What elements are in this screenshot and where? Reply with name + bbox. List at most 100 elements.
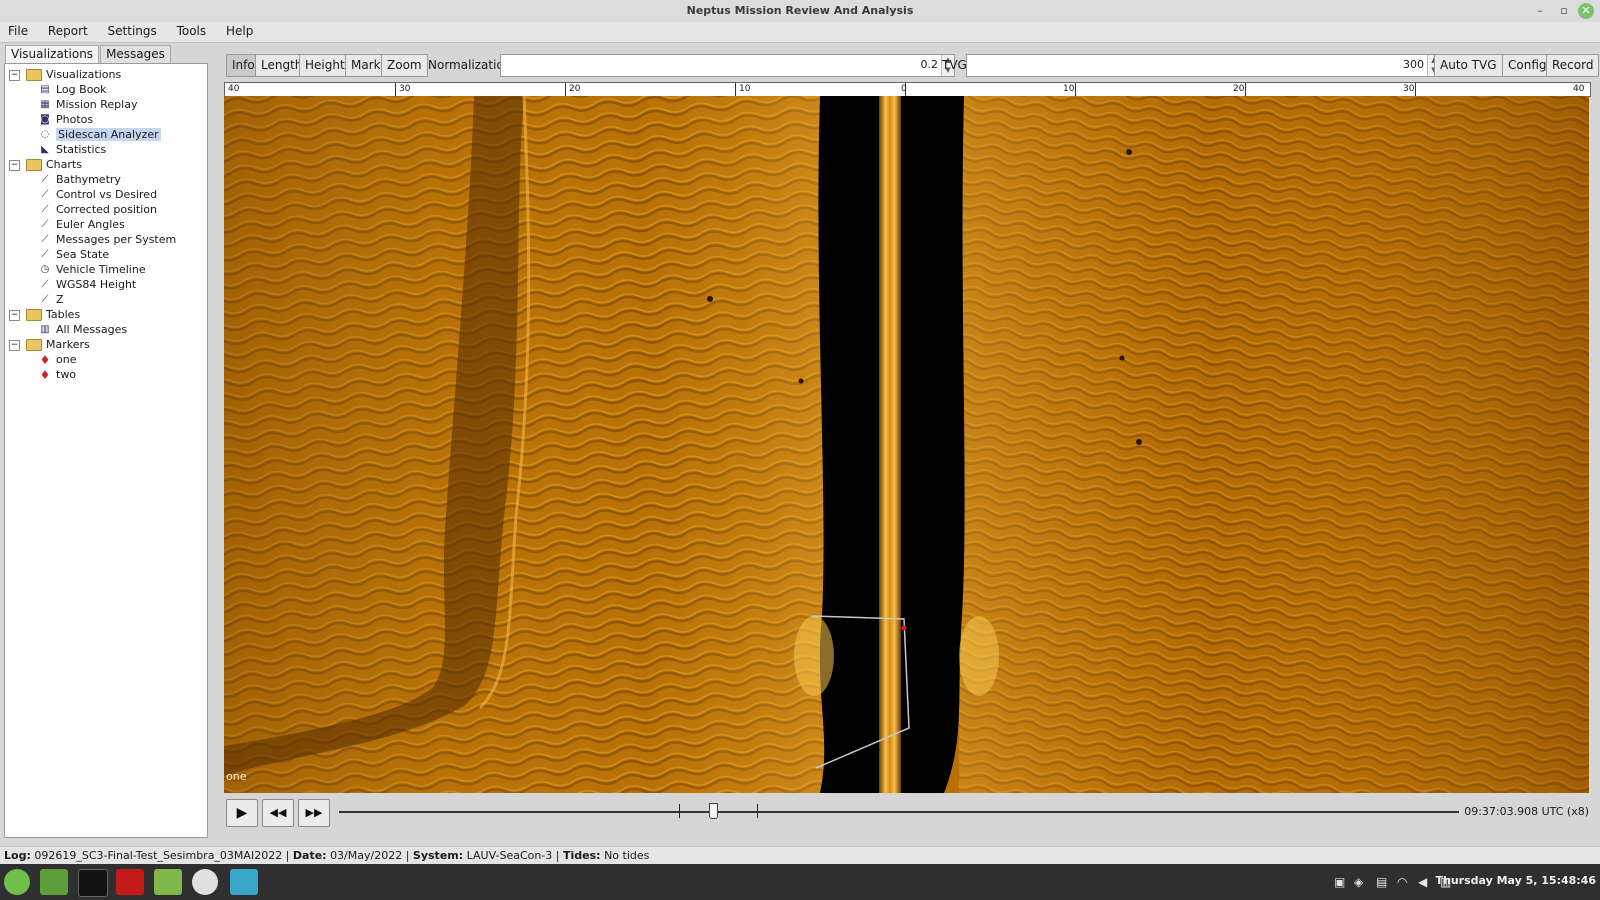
normalization-spinner[interactable]: 0.2 ▲ ▼ [500, 54, 955, 77]
tree-group-charts[interactable]: − Charts [9, 157, 82, 172]
tree-item-sidescan-analyzer[interactable]: ◌ Sidescan Analyzer [39, 127, 161, 142]
ruler-label: 30 [1403, 84, 1415, 94]
neptus-app-icon[interactable] [230, 869, 258, 895]
play-button[interactable]: ▶ [226, 799, 258, 827]
tvg-spinner[interactable]: 300 ▲▼ [966, 54, 1441, 77]
tab-messages[interactable]: Messages [100, 45, 171, 63]
tree-item-wgs84-height[interactable]: ⟋ WGS84 Height [39, 277, 137, 292]
wifi-tray-icon[interactable]: ◠ [1397, 875, 1407, 889]
ruler-tick [1245, 83, 1246, 96]
map-pin-icon: ♦ [39, 353, 51, 367]
tree-item-mission-replay[interactable]: ▦ Mission Replay [39, 97, 137, 112]
printer-tray-icon[interactable]: ▤ [1376, 875, 1387, 889]
rewind-icon: ◀◀ [269, 806, 287, 819]
playback-time: 09:37:03.908 UTC (x8) [1464, 805, 1589, 818]
visualizations-tree: − Visualizations ▤ Log Book ▦ Mission Repla… [4, 63, 208, 838]
sidescan-waterfall[interactable] [224, 96, 1589, 793]
collapse-icon[interactable]: − [9, 69, 20, 81]
replay-icon: ▦ [40, 99, 50, 110]
ruler-tick [565, 83, 566, 96]
tree-item-euler-angles[interactable]: ⟋ Euler Angles [39, 217, 125, 232]
marker-label: one [226, 770, 247, 783]
normalization-label: Normalization [428, 58, 512, 72]
maximize-button[interactable]: ▫ [1556, 3, 1572, 19]
tab-visualizations[interactable]: Visualizations [5, 45, 100, 63]
collapse-icon[interactable]: − [9, 309, 20, 321]
ruler-tick [395, 83, 396, 96]
tree-group-visualizations[interactable]: − Visualizations [9, 67, 121, 82]
seafloor-target [1126, 149, 1132, 155]
marker-point-icon[interactable] [901, 625, 907, 631]
record-button[interactable]: Record [1546, 54, 1600, 77]
ruler-tick [735, 83, 736, 96]
ruler-label: 20 [569, 84, 581, 94]
tree-item-vehicle-timeline[interactable]: ◷ Vehicle Timeline [39, 262, 146, 277]
log-value: 092619_SC3-Final-Test_Sesimbra_03MAI2022 [34, 849, 283, 862]
browser-icon[interactable] [192, 869, 218, 895]
tvg-value: 300 [1403, 58, 1424, 71]
tree-item-marker-one[interactable]: ♦ one [39, 352, 77, 367]
tree-item-z[interactable]: ⟋ Z [39, 292, 64, 307]
seafloor-bright-return [959, 616, 999, 696]
folder-icon [26, 309, 42, 321]
ruler-label: 10 [1063, 84, 1075, 94]
fast-forward-icon: ▶▶ [305, 806, 323, 819]
tree-item-photos[interactable]: ◙ Photos [39, 112, 93, 127]
tides-value: No tides [604, 849, 650, 862]
table-icon: ▥ [40, 324, 50, 335]
collapse-icon[interactable]: − [9, 159, 20, 171]
collapse-icon[interactable]: − [9, 339, 20, 351]
tree-group-tables[interactable]: − Tables [9, 307, 80, 322]
file-manager-icon[interactable] [40, 869, 68, 895]
chart-icon: ⟋ [41, 294, 49, 305]
terminal-icon[interactable] [78, 869, 108, 897]
app-terminal-red-icon[interactable] [116, 869, 144, 895]
tree-item-control-vs-desired[interactable]: ⟋ Control vs Desired [39, 187, 158, 202]
sidescan-image[interactable]: one [224, 96, 1589, 793]
menu-settings[interactable]: Settings [100, 22, 165, 40]
seafloor-target [707, 296, 713, 302]
map-pin-icon: ♦ [39, 368, 51, 382]
clipboard-tray-icon[interactable]: ▣ [1334, 875, 1345, 889]
sidescan-toolbar: Info Length Height Mark Zoom Normalizati… [224, 54, 1600, 77]
shield-tray-icon[interactable]: ◈ [1354, 875, 1363, 889]
menu-report[interactable]: Report [40, 22, 96, 40]
rewind-button[interactable]: ◀◀ [262, 799, 294, 827]
menu-help[interactable]: Help [218, 22, 261, 40]
system-clock[interactable]: Thursday May 5, 15:48:46 [1435, 874, 1596, 887]
tree-item-log-book[interactable]: ▤ Log Book [39, 82, 106, 97]
tree-item-bathymetry[interactable]: ⟋ Bathymetry [39, 172, 121, 187]
timeline-marker [757, 804, 758, 818]
height-button[interactable]: Height [299, 54, 351, 77]
tree-item-corrected-position[interactable]: ⟋ Corrected position [39, 202, 157, 217]
folder-app-icon[interactable] [154, 869, 182, 895]
camera-icon: ◙ [40, 114, 50, 125]
close-button[interactable]: ✕ [1578, 3, 1594, 19]
timeline-slider[interactable] [339, 803, 1459, 819]
tree-item-marker-two[interactable]: ♦ two [39, 367, 76, 382]
menu-file[interactable]: File [0, 22, 36, 40]
menu-tools[interactable]: Tools [169, 22, 215, 40]
auto-tvg-button[interactable]: Auto TVG [1434, 54, 1503, 77]
folder-icon [26, 69, 42, 81]
zoom-button[interactable]: Zoom [381, 54, 428, 77]
tree-item-all-messages[interactable]: ▥ All Messages [39, 322, 127, 337]
book-icon: ▤ [40, 84, 50, 95]
chart-icon: ⟋ [41, 219, 49, 230]
config-button[interactable]: Config [1502, 54, 1553, 77]
tree-item-sea-state[interactable]: ⟋ Sea State [39, 247, 110, 262]
ruler-label: 40 [1573, 84, 1585, 94]
minimize-button[interactable]: – [1532, 3, 1548, 19]
ruler-tick [1415, 83, 1416, 96]
ruler-label: 30 [399, 84, 411, 94]
left-panel-tabs: Visualizations Messages [5, 45, 172, 63]
tree-item-messages-per-system[interactable]: ⟋ Messages per System [39, 232, 177, 247]
date-value: 03/May/2022 [330, 849, 403, 862]
timeline-thumb[interactable] [709, 803, 718, 819]
fast-forward-button[interactable]: ▶▶ [298, 799, 330, 827]
tree-group-markers[interactable]: − Markers [9, 337, 90, 352]
system-value: LAUV-SeaCon-3 [466, 849, 553, 862]
volume-tray-icon[interactable]: ◀ [1418, 875, 1427, 889]
start-menu-icon[interactable] [4, 869, 30, 895]
tree-item-statistics[interactable]: ◣ Statistics [39, 142, 106, 157]
